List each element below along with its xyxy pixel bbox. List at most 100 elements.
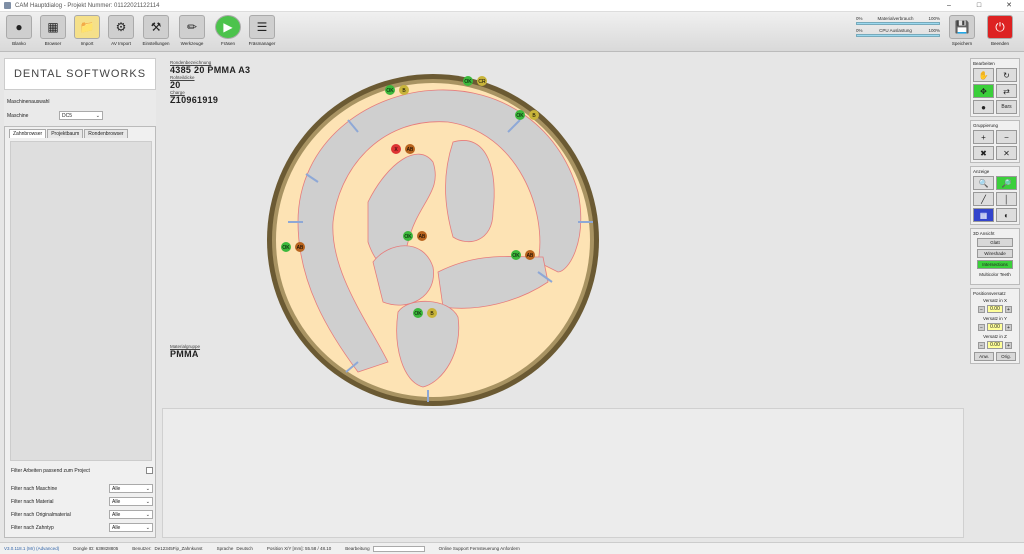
editing-progress: [372, 545, 425, 552]
tab-projektbaum[interactable]: Projektbaum: [47, 129, 84, 138]
toggle-view-icon[interactable]: ◐: [996, 208, 1017, 222]
offset-x-input[interactable]: 0.00: [987, 305, 1003, 313]
bars-label[interactable]: Bars: [996, 100, 1017, 114]
offset-z-minus[interactable]: −: [978, 341, 985, 349]
power-icon: ⏻: [987, 15, 1013, 39]
right-panel: Bearbeiten ✋ ↻ ✥ ⇄ ● Bars Gruppierung + …: [970, 58, 1020, 367]
edit-tooth-icon[interactable]: ✋: [973, 68, 994, 82]
smooth-button[interactable]: Glatt: [977, 238, 1013, 247]
import-button[interactable]: 📁 Import: [71, 15, 103, 49]
dongle-id: Dongle ID: 639828805: [73, 546, 119, 551]
support-link[interactable]: Online Support Fernsteuerung Anfordern: [439, 546, 520, 551]
filter-section: Filter Arbeiten passend zum Project Filt…: [11, 467, 153, 536]
mill-manager-icon: ☰: [249, 15, 275, 39]
browser-tabs: Zahnbrowser Projektbaum Rondenbrowser: [5, 127, 155, 140]
tools-button[interactable]: ✏ Werkzeuge: [176, 15, 208, 49]
disc-thickness: 20: [170, 80, 181, 90]
edit-align-icon[interactable]: ⇄: [996, 84, 1017, 98]
group-delete-icon[interactable]: ✕: [996, 146, 1017, 160]
offset-z-input[interactable]: 0.00: [987, 341, 1003, 349]
tab-rondenbrowser[interactable]: Rondenbrowser: [84, 129, 128, 138]
wireshade-button[interactable]: Wireshade: [977, 249, 1013, 258]
language-select[interactable]: Deutsch: [236, 546, 253, 551]
offset-y-plus[interactable]: +: [1005, 323, 1012, 331]
machine-select[interactable]: DC5 ⌄: [59, 111, 103, 120]
browser-button[interactable]: ▦ Browser: [37, 15, 69, 49]
zoom-fit-icon[interactable]: 🔎: [996, 176, 1017, 190]
svg-text:OK: OK: [464, 79, 472, 85]
svg-text:OK: OK: [512, 253, 520, 259]
multicolor-teeth-button[interactable]: Multicolor Teeth: [977, 271, 1013, 280]
grid-icon[interactable]: ▦: [973, 208, 994, 222]
group-add-icon[interactable]: +: [973, 130, 994, 144]
mill-manager-button[interactable]: ☰ Fräsmanager: [246, 15, 278, 49]
edit-rotate-icon[interactable]: ↻: [996, 68, 1017, 82]
svg-text:CR: CR: [478, 79, 486, 85]
minimize-icon[interactable]: –: [934, 0, 964, 12]
brand-logo: DENTAL SOFTWORKS: [4, 58, 156, 90]
exit-button[interactable]: ⏻ Beenden: [984, 15, 1016, 49]
svg-text:OK: OK: [414, 311, 422, 317]
maximize-icon[interactable]: □: [964, 0, 994, 12]
section-icon[interactable]: │: [996, 192, 1017, 206]
log-panel: [162, 408, 964, 538]
tools-icon: ✏: [179, 15, 205, 39]
usage-meters: 0% Materialverbrauch 100% 0% CPU Auslast…: [856, 16, 940, 40]
view3d-section: 3D Ansicht Glatt Wireshade Intersections…: [970, 228, 1020, 285]
filter-project-checkbox[interactable]: [146, 467, 153, 474]
disc-info: Rondenbezeichnung 4385 20 PMMA A3 Rohtei…: [170, 60, 251, 105]
tab-zahnbrowser[interactable]: Zahnbrowser: [9, 129, 47, 138]
offset-x-plus[interactable]: +: [1005, 305, 1012, 313]
close-icon[interactable]: ✕: [994, 0, 1024, 12]
svg-text:OK: OK: [282, 245, 290, 251]
filter-machine-select[interactable]: Alle ⌄: [109, 484, 153, 493]
settings-icon: ⚒: [143, 15, 169, 39]
chevron-down-icon: ⌄: [145, 499, 150, 505]
measure-icon[interactable]: ╱: [973, 192, 994, 206]
filter-original-material-select[interactable]: Alle ⌄: [109, 510, 153, 519]
main-toolbar: ● Blanko ▦ Browser 📁 Import ⚙ AV Import …: [0, 12, 1024, 52]
blank-disc-icon: ●: [6, 15, 32, 39]
offset-z-plus[interactable]: +: [1005, 341, 1012, 349]
svg-text:AB: AB: [527, 253, 534, 259]
disc-batch: Z10961919: [170, 95, 219, 105]
status-bar: V3.0.118.1 (Mr) (Advanced) Dongle ID: 63…: [0, 542, 1024, 554]
av-import-button[interactable]: ⚙ AV Import: [105, 15, 137, 49]
blanko-button[interactable]: ● Blanko: [3, 15, 35, 49]
edit-section: Bearbeiten ✋ ↻ ✥ ⇄ ● Bars: [970, 58, 1020, 117]
intersections-button[interactable]: Intersections: [977, 260, 1013, 269]
zoom-icon[interactable]: 🔍: [973, 176, 994, 190]
offset-y-minus[interactable]: −: [978, 323, 985, 331]
disc-view[interactable]: OK B OK CR OK B X AB OK AB OK AB OK AB OK B: [258, 72, 608, 408]
material-usage-bar: [856, 22, 940, 25]
group-split-icon[interactable]: ✖: [973, 146, 994, 160]
svg-text:AB: AB: [297, 245, 304, 251]
offset-x-minus[interactable]: −: [978, 305, 985, 313]
save-button[interactable]: 💾 Speichern: [946, 15, 978, 49]
edit-move-icon[interactable]: ✥: [973, 84, 994, 98]
settings-button[interactable]: ⚒ Einstellungen: [140, 15, 172, 49]
filter-tooth-type-select[interactable]: Alle ⌄: [109, 523, 153, 532]
save-icon: 💾: [949, 15, 975, 39]
chevron-down-icon: ⌄: [95, 113, 100, 119]
group-section: Gruppierung + − ✖ ✕: [970, 120, 1020, 163]
svg-text:OK: OK: [404, 234, 412, 240]
window-controls: – □ ✕: [934, 0, 1024, 12]
offset-y-input[interactable]: 0.00: [987, 323, 1003, 331]
user-select[interactable]: De12345Fip_Zahnkunst: [155, 546, 203, 551]
av-import-icon: ⚙: [108, 15, 134, 39]
reset-offset-button[interactable]: Orig.: [996, 352, 1016, 361]
group-remove-icon[interactable]: −: [996, 130, 1017, 144]
cursor-position: Position X/Y [mm]: 55.58 / 48.10: [266, 546, 332, 551]
filter-material-select[interactable]: Alle ⌄: [109, 497, 153, 506]
apply-offset-button[interactable]: Anw.: [974, 352, 994, 361]
browser-list[interactable]: [10, 141, 152, 461]
bars-icon[interactable]: ●: [973, 100, 994, 114]
browser-icon: ▦: [40, 15, 66, 39]
import-icon: 📁: [74, 15, 100, 39]
tooth-browser: Zahnbrowser Projektbaum Rondenbrowser Fi…: [4, 126, 156, 538]
mill-button[interactable]: ▶ Fräsen: [212, 15, 244, 49]
machine-selection: Maschinenauswahl Maschine DC5 ⌄: [4, 96, 156, 123]
chevron-down-icon: ⌄: [145, 512, 150, 518]
svg-text:OK: OK: [386, 88, 394, 94]
